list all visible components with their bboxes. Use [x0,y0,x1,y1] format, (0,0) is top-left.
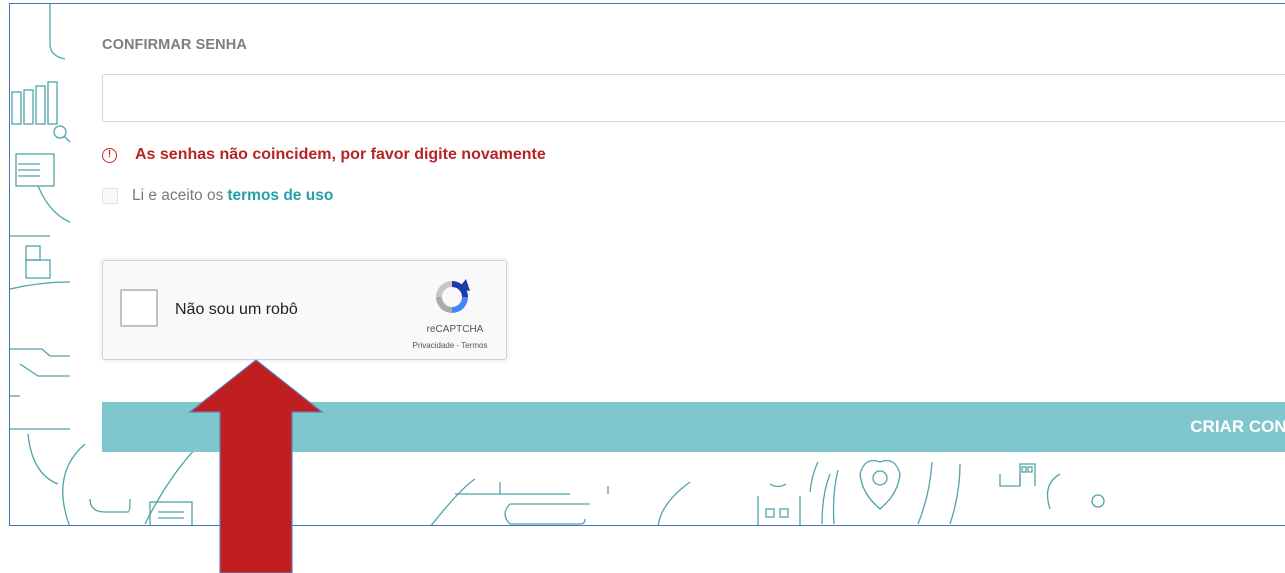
recaptcha-logo-icon [436,279,470,313]
error-message: As senhas não coincidem, por favor digit… [135,146,546,163]
confirm-password-input[interactable] [102,74,1285,122]
terms-row: Li e aceito os termos de uso [102,185,333,207]
recaptcha-links[interactable]: Privacidade - Termos [393,341,507,350]
recaptcha-brand: reCAPTCHA [426,324,484,335]
create-account-label: CRIAR CONTA [1190,417,1285,436]
terms-text: Li e aceito os termos de uso [132,187,333,205]
recaptcha-widget: Não sou um robô reCAPTCHA Privacidade - … [102,260,507,360]
recaptcha-checkbox[interactable] [120,289,158,327]
terms-prefix: Li e aceito os [132,187,224,204]
password-mismatch-error: ! As senhas não coincidem, por favor dig… [102,144,546,166]
terms-of-use-link[interactable]: termos de uso [227,187,333,204]
terms-checkbox[interactable] [102,188,118,204]
confirm-password-label: CONFIRMAR SENHA [102,37,247,53]
create-account-button[interactable]: CRIAR CONTA [102,402,1285,452]
alert-circle-icon: ! [102,147,117,163]
recaptcha-label: Não sou um robô [175,301,298,318]
form-panel: CONFIRMAR SENHA ! As senhas não coincide… [9,3,1285,526]
